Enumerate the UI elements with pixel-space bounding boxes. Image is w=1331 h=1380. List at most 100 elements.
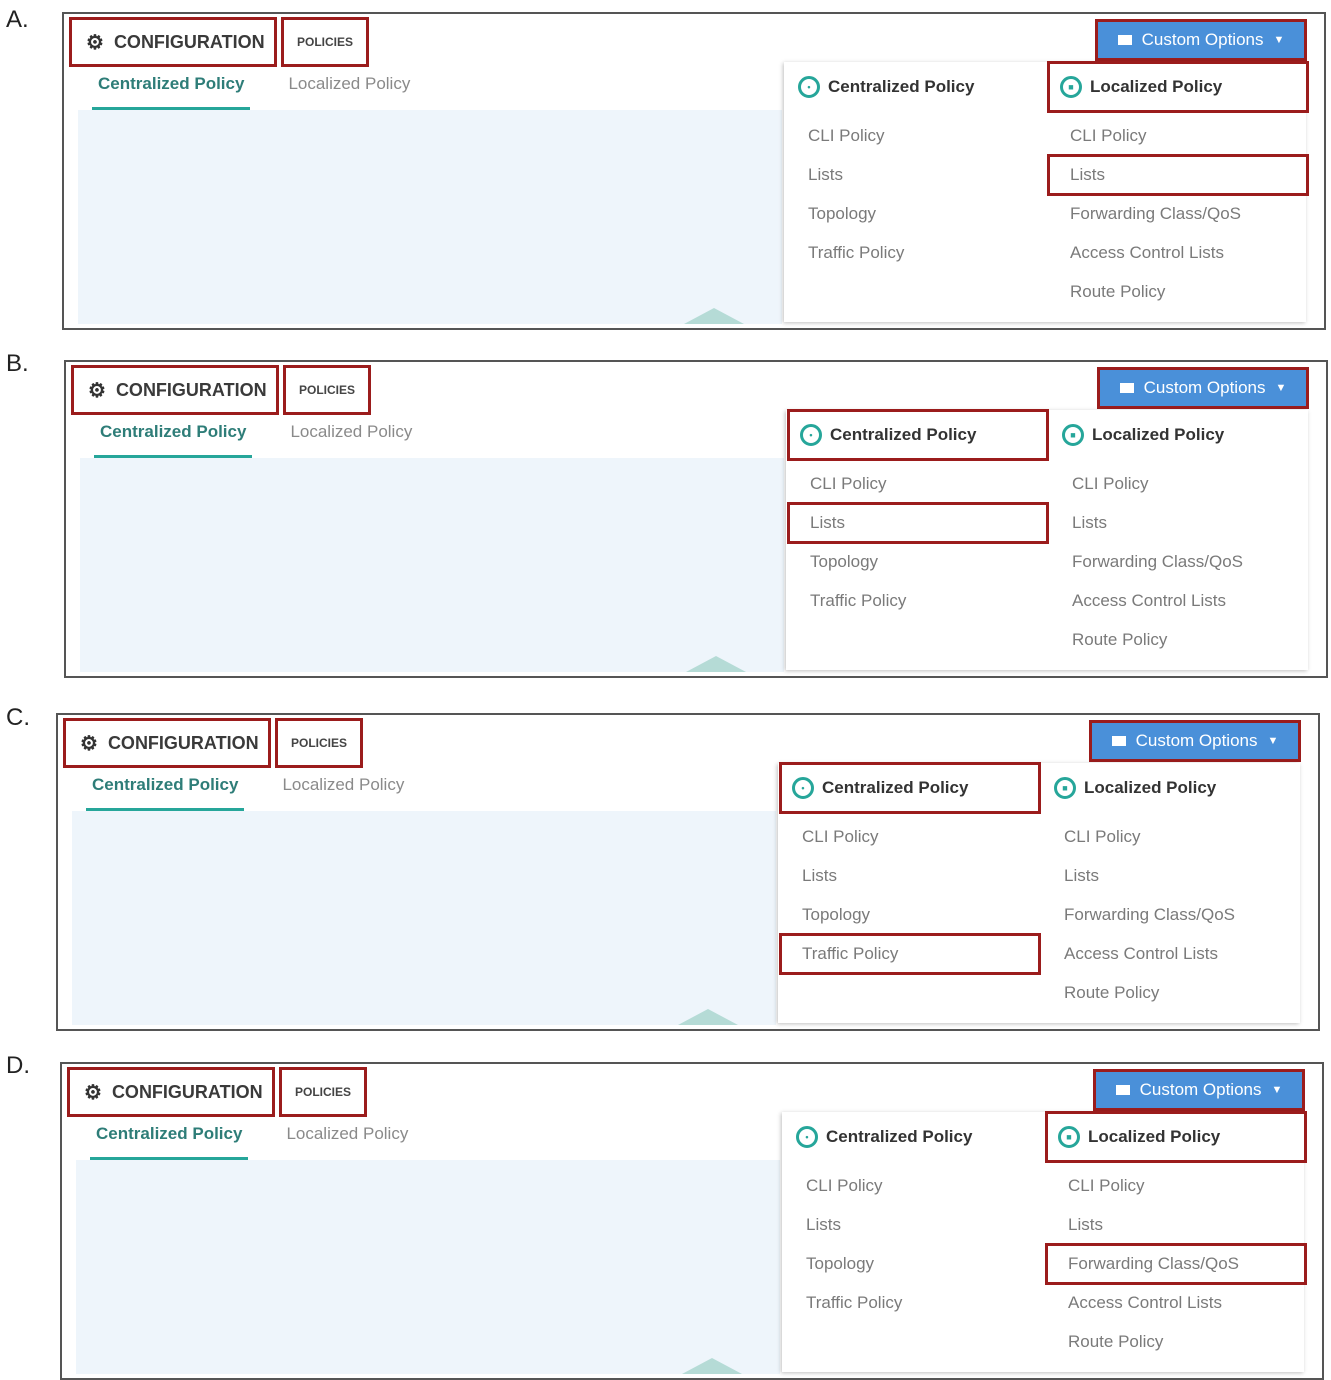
localized-policy-title: Localized Policy [1088,1127,1221,1146]
centralized-menu-item[interactable]: Topology [788,196,1044,232]
localized-menu-item[interactable]: Route Policy [1048,1324,1304,1360]
centralized-menu-item[interactable]: Topology [782,897,1038,933]
globe-icon: • [792,777,814,799]
policy-content-area [78,110,782,324]
localized-menu-item[interactable]: Access Control Lists [1048,1285,1304,1321]
centralized-policy-title: Centralized Policy [822,778,969,797]
configuration-menu[interactable]: ⚙ CONFIGURATION [71,365,279,415]
centralized-policy-title: Centralized Policy [830,425,977,444]
tab-localized-policy[interactable]: Localized Policy [286,1124,408,1160]
localized-menu-item[interactable]: Forwarding Class/QoS [1045,1243,1307,1285]
localized-policy-title: Localized Policy [1092,425,1225,444]
localized-menu-item[interactable]: Route Policy [1050,274,1306,310]
centralized-menu-item[interactable]: Traffic Policy [786,1285,1042,1321]
localized-policy-header[interactable]: ■ Localized Policy [1044,765,1300,811]
folder-icon: ■ [1062,424,1084,446]
custom-options-button[interactable]: Custom Options ▼ [1093,1069,1305,1111]
centralized-policy-title: Centralized Policy [828,77,975,96]
centralized-menu-item[interactable]: Traffic Policy [788,235,1044,271]
tab-centralized-policy[interactable]: Centralized Policy [94,422,253,458]
localized-menu-item[interactable]: Route Policy [1052,622,1308,658]
localized-policy-header[interactable]: ■ Localized Policy [1045,1111,1307,1163]
policies-breadcrumb[interactable]: POLICIES [281,17,369,67]
centralized-menu-item[interactable]: Topology [790,544,1046,580]
custom-options-button[interactable]: Custom Options ▼ [1097,367,1309,409]
policy-tabs: Centralized Policy Localized Policy [90,1124,446,1160]
configuration-menu[interactable]: ⚙ CONFIGURATION [67,1067,275,1117]
localized-menu-item[interactable]: CLI Policy [1048,1168,1304,1204]
localized-menu-item[interactable]: Route Policy [1044,975,1300,1011]
localized-menu-item[interactable]: Access Control Lists [1052,583,1308,619]
centralized-menu-item[interactable]: Traffic Policy [790,583,1046,619]
tab-localized-policy[interactable]: Localized Policy [288,74,410,110]
localized-policy-header[interactable]: ■ Localized Policy [1052,412,1308,458]
localized-menu-item[interactable]: CLI Policy [1050,118,1306,154]
policy-panel: ⚙ CONFIGURATION POLICIES Centralized Policy… [62,12,1326,330]
centralized-menu-item[interactable]: CLI Policy [786,1168,1042,1204]
centralized-policy-header[interactable]: • Centralized Policy [787,409,1049,461]
centralized-policy-header[interactable]: • Centralized Policy [788,64,1044,110]
option-letter: C. [6,704,30,731]
tab-centralized-policy[interactable]: Centralized Policy [92,74,251,110]
tab-localized-policy[interactable]: Localized Policy [282,775,404,811]
policies-breadcrumb[interactable]: POLICIES [279,1067,367,1117]
localized-menu-item[interactable]: Forwarding Class/QoS [1052,544,1308,580]
policies-breadcrumb[interactable]: POLICIES [275,718,363,768]
localized-menu-item[interactable]: Lists [1052,505,1308,541]
localized-menu-item[interactable]: Lists [1048,1207,1304,1243]
policy-tabs: Centralized Policy Localized Policy [86,775,442,811]
custom-options-label: Custom Options [1141,30,1264,49]
custom-options-button[interactable]: Custom Options ▼ [1089,720,1301,762]
localized-menu-item[interactable]: Lists [1044,858,1300,894]
localized-menu-item[interactable]: CLI Policy [1044,819,1300,855]
localized-menu-item[interactable]: Forwarding Class/QoS [1044,897,1300,933]
custom-options-dropdown: • Centralized Policy CLI Policy Lists Topolo… [784,61,1309,322]
localized-policy-header[interactable]: ■ Localized Policy [1047,61,1309,113]
localized-menu-item[interactable]: CLI Policy [1052,466,1308,502]
folder-icon: ■ [1060,76,1082,98]
centralized-menu-item[interactable]: CLI Policy [788,118,1044,154]
centralized-policy-header[interactable]: • Centralized Policy [786,1114,1042,1160]
centralized-policy-title: Centralized Policy [826,1127,973,1146]
custom-options-button[interactable]: Custom Options ▼ [1095,19,1307,61]
globe-icon: • [800,424,822,446]
policy-content-area [80,458,784,672]
scroll-indicator [682,1358,742,1374]
policy-panel: ⚙ CONFIGURATION POLICIES Centralized Policy… [56,713,1320,1031]
centralized-menu-item[interactable]: Lists [788,157,1044,193]
menu-icon [1115,1085,1130,1095]
option-letter: B. [6,350,29,377]
policies-breadcrumb[interactable]: POLICIES [283,365,371,415]
configuration-menu[interactable]: ⚙ CONFIGURATION [69,17,277,67]
tab-centralized-policy[interactable]: Centralized Policy [86,775,245,811]
gear-icon: ⚙ [86,31,104,54]
tab-centralized-policy[interactable]: Centralized Policy [90,1124,249,1160]
centralized-policy-header[interactable]: • Centralized Policy [779,762,1041,814]
scroll-indicator [678,1009,738,1025]
centralized-menu-item[interactable]: CLI Policy [790,466,1046,502]
globe-icon: • [796,1126,818,1148]
localized-menu-item[interactable]: Lists [1047,154,1309,196]
localized-menu-item[interactable]: Forwarding Class/QoS [1050,196,1306,232]
centralized-menu-item[interactable]: Topology [786,1246,1042,1282]
localized-menu-item[interactable]: Access Control Lists [1050,235,1306,271]
caret-down-icon: ▼ [1275,382,1287,394]
policy-panel: ⚙ CONFIGURATION POLICIES Centralized Policy… [64,360,1328,678]
custom-options-dropdown: • Centralized Policy CLI Policy Lists Topolo… [786,409,1308,670]
centralized-menu-item[interactable]: Lists [786,1207,1042,1243]
tab-localized-policy[interactable]: Localized Policy [290,422,412,458]
scroll-indicator [686,656,746,672]
caret-down-icon: ▼ [1271,1084,1283,1096]
centralized-menu-item[interactable]: Traffic Policy [779,933,1041,975]
option-letter: A. [6,6,29,33]
configuration-menu[interactable]: ⚙ CONFIGURATION [63,718,271,768]
localized-policy-title: Localized Policy [1090,77,1223,96]
centralized-menu-item[interactable]: CLI Policy [782,819,1038,855]
policy-panel: ⚙ CONFIGURATION POLICIES Centralized Policy… [60,1062,1324,1380]
centralized-menu-item[interactable]: Lists [787,502,1049,544]
policy-content-area [72,811,776,1025]
centralized-menu-item[interactable]: Lists [782,858,1038,894]
localized-menu-item[interactable]: Access Control Lists [1044,936,1300,972]
policy-tabs: Centralized Policy Localized Policy [92,74,448,110]
configuration-label: CONFIGURATION [107,732,259,753]
